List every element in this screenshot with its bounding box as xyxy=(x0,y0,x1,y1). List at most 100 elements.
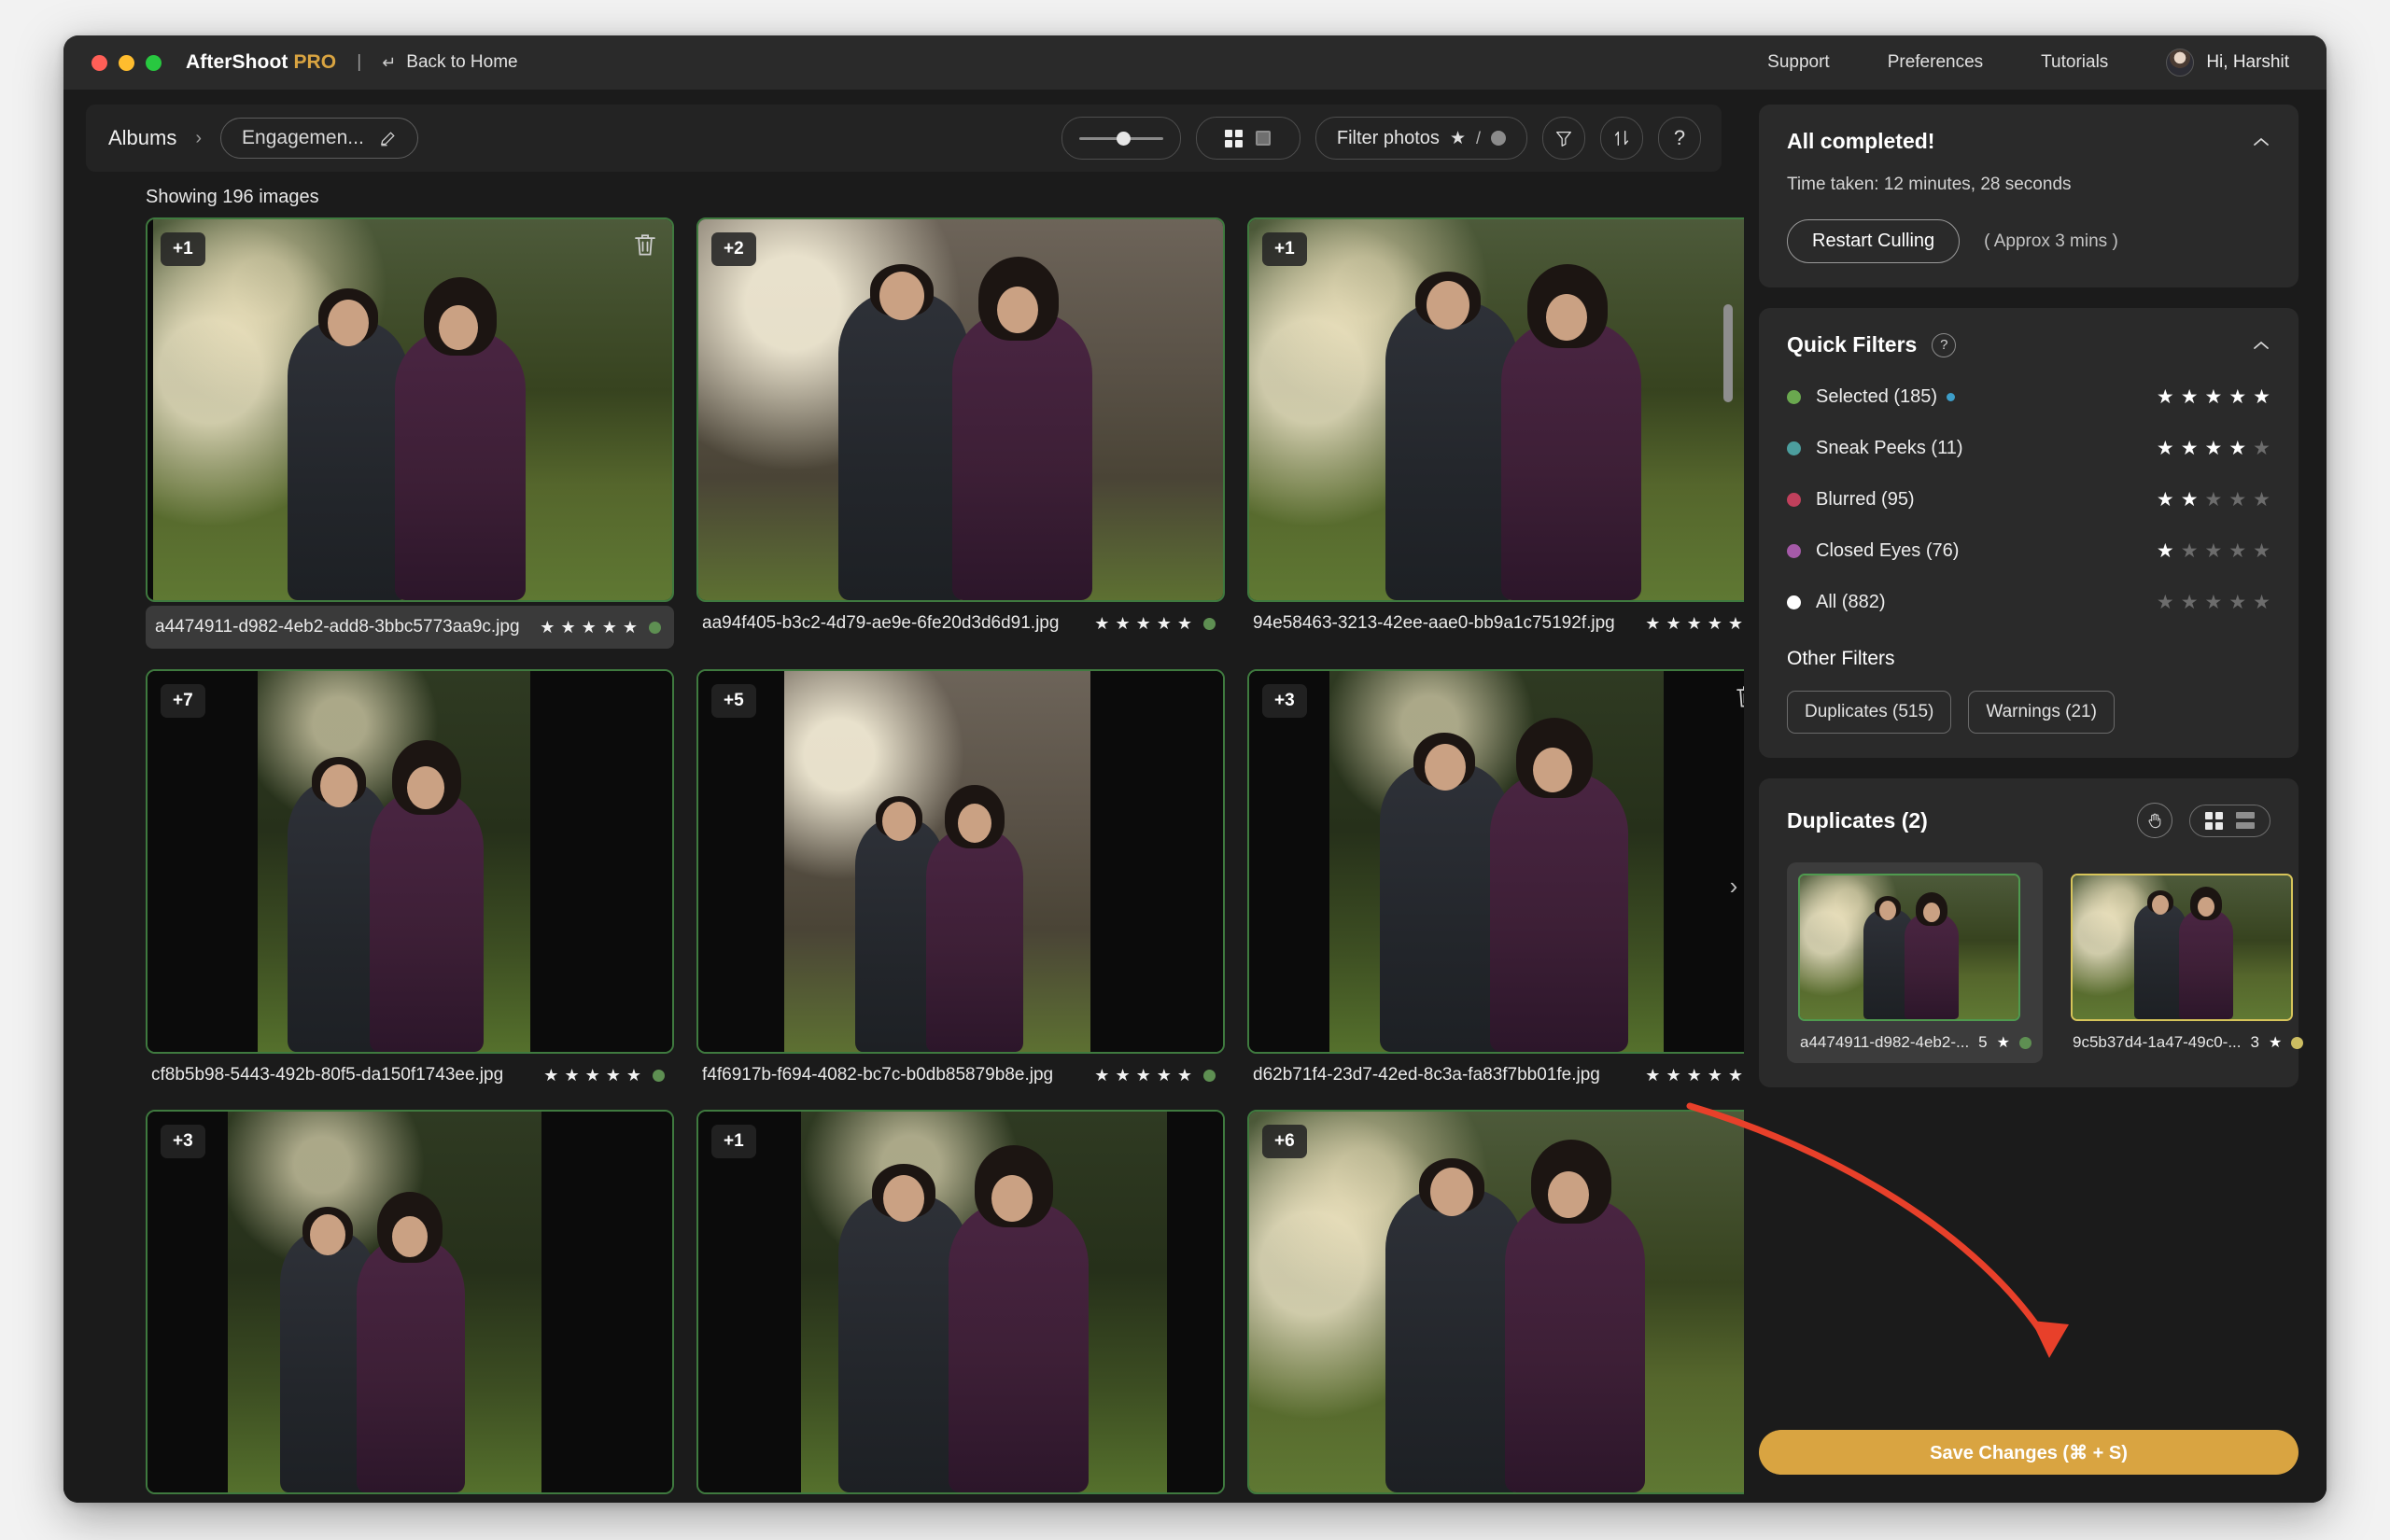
photo-card[interactable]: +6 xyxy=(1247,1110,1744,1494)
duplicate-thumbnail[interactable] xyxy=(1798,874,2020,1021)
photo-image xyxy=(698,219,1223,600)
user-menu[interactable]: Hi, Harshit xyxy=(2166,49,2289,77)
slider-thumb[interactable] xyxy=(1117,131,1132,146)
grid-view-icon[interactable] xyxy=(2205,811,2223,830)
photo-card[interactable]: +3 xyxy=(146,1110,674,1494)
delete-photo-button[interactable] xyxy=(631,231,659,259)
breadcrumb-album-label: Engagemen... xyxy=(242,127,364,148)
sort-icon xyxy=(1614,130,1629,147)
breadcrumb-albums[interactable]: Albums xyxy=(108,126,176,150)
quick-filter-rating[interactable]: ★ ★ ★ ★ ★ xyxy=(2157,591,2270,614)
photo-card[interactable]: +2 aa94f405-b3c2-4d79-ae9e-6fe20d3d6d91.… xyxy=(696,217,1225,649)
filter-photos-button[interactable]: Filter photos ★ / xyxy=(1314,117,1527,160)
duplicate-rating: 3 xyxy=(2250,1033,2259,1051)
restart-culling-button[interactable]: Restart Culling xyxy=(1787,219,1961,263)
quick-filter-label: Closed Eyes (76) xyxy=(1816,540,1960,561)
quick-filter-rating[interactable]: ★ ★ ★ ★ ★ xyxy=(2157,437,2270,460)
app-window: AfterShoot PRO | ↵ Back to Home Support … xyxy=(63,35,2327,1503)
other-filters-row: Duplicates (515) Warnings (21) xyxy=(1787,691,2270,734)
title-bar: AfterShoot PRO | ↵ Back to Home Support … xyxy=(63,35,2327,90)
photo-status-dot xyxy=(1203,1069,1216,1082)
duplicate-item[interactable]: 9c5b37d4-1a47-49c0-... 3 ★ xyxy=(2060,862,2314,1063)
photo-card[interactable]: +7 cf8b5b98-5443-492b-80f5-da150f1743ee.… xyxy=(146,669,674,1089)
photo-status-dot xyxy=(653,1069,665,1082)
photo-card[interactable]: +5 f4f6917b-f694-4082-bc7c-b0db85879b8e.… xyxy=(696,669,1225,1089)
collapse-sidebar-button[interactable]: › xyxy=(1720,872,1744,901)
quick-filter-rating[interactable]: ★ ★ ★ ★ ★ xyxy=(2157,385,2270,409)
quick-filter-closed-eyes[interactable]: Closed Eyes (76) ★ ★ ★ ★ ★ xyxy=(1787,539,2270,563)
view-mode-toggle[interactable] xyxy=(1195,117,1300,160)
photo-rating[interactable]: ★ ★ ★ ★ ★ xyxy=(540,618,661,637)
photo-rating[interactable]: ★ ★ ★ ★ ★ xyxy=(1094,1066,1216,1085)
duplicates-view-toggle[interactable] xyxy=(2189,804,2270,837)
photo-card[interactable]: +1 xyxy=(696,1110,1225,1494)
photo-thumbnail[interactable]: +3 xyxy=(146,1110,674,1494)
photo-thumbnail[interactable]: +6 xyxy=(1247,1110,1744,1494)
nav-preferences[interactable]: Preferences xyxy=(1888,52,1983,73)
save-changes-button[interactable]: Save Changes (⌘ + S) xyxy=(1759,1430,2299,1475)
photo-thumbnail[interactable]: +7 xyxy=(146,669,674,1054)
funnel-filter-button[interactable] xyxy=(1542,117,1585,160)
return-arrow-icon: ↵ xyxy=(382,52,397,72)
single-view-icon[interactable] xyxy=(1256,131,1272,146)
minimize-window-button[interactable] xyxy=(119,54,134,71)
photo-group-badge: +3 xyxy=(161,1125,205,1158)
quick-filter-blurred[interactable]: Blurred (95) ★ ★ ★ ★ ★ xyxy=(1787,488,2270,511)
photo-caption: a4474911-d982-4eb2-add8-3bbc5773aa9c.jpg… xyxy=(146,606,674,649)
photo-rating[interactable]: ★ ★ ★ ★ ★ xyxy=(543,1066,665,1085)
photo-filename: a4474911-d982-4eb2-add8-3bbc5773aa9c.jpg xyxy=(155,617,520,637)
duplicate-image xyxy=(1800,875,2018,1019)
quick-filters-help-icon[interactable]: ? xyxy=(1932,332,1957,357)
quick-filters-title: Quick Filters xyxy=(1787,332,1918,357)
photo-thumbnail[interactable]: +3 xyxy=(1247,669,1744,1054)
right-sidebar: All completed! Time taken: 12 minutes, 2… xyxy=(1744,90,2327,1503)
duplicates-title: Duplicates (2) xyxy=(1787,807,1928,833)
photo-thumbnail[interactable]: +2 xyxy=(696,217,1225,602)
gallery-toolbar-controls: Filter photos ★ / ? xyxy=(1061,117,1701,160)
quick-filter-sneak-peeks[interactable]: Sneak Peeks (11) ★ ★ ★ ★ ★ xyxy=(1787,437,2270,460)
photo-thumbnail[interactable]: +5 xyxy=(696,669,1225,1054)
photo-card[interactable]: +3 d62b71f4-23d7-42ed-8c3a-fa83f7bb01fe.… xyxy=(1247,669,1744,1089)
maximize-window-button[interactable] xyxy=(146,54,162,71)
photo-grid: +1 a4474911-d982-4eb2-add8-3bbc5773aa9c.… xyxy=(146,217,1744,1494)
titlebar-divider: | xyxy=(357,52,362,72)
photo-caption: aa94f405-b3c2-4d79-ae9e-6fe20d3d6d91.jpg… xyxy=(696,602,1225,637)
chevron-up-icon[interactable] xyxy=(2252,339,2270,352)
photo-thumbnail[interactable]: +1 xyxy=(696,1110,1225,1494)
filter-chip-warnings[interactable]: Warnings (21) xyxy=(1968,691,2115,734)
status-bullet-icon xyxy=(1787,493,1801,507)
delete-photo-button[interactable] xyxy=(1733,682,1744,710)
photo-image xyxy=(698,1112,1223,1492)
nav-tutorials[interactable]: Tutorials xyxy=(2041,52,2108,73)
status-actions: Restart Culling ( Approx 3 mins ) xyxy=(1787,219,2270,263)
quick-filter-selected[interactable]: Selected (185) ★ ★ ★ ★ ★ xyxy=(1787,385,2270,409)
gallery-scrollbar-thumb[interactable] xyxy=(1723,304,1733,402)
grid-view-icon[interactable] xyxy=(1225,129,1244,147)
photo-image xyxy=(1249,1112,1744,1492)
hand-tool-button[interactable] xyxy=(2137,803,2172,838)
close-window-button[interactable] xyxy=(91,54,107,71)
photo-thumbnail[interactable]: +1 xyxy=(1247,217,1744,602)
photo-caption: f4f6917b-f694-4082-bc7c-b0db85879b8e.jpg… xyxy=(696,1054,1225,1089)
chevron-up-icon[interactable] xyxy=(2252,135,2270,148)
pencil-icon[interactable] xyxy=(379,130,397,147)
thumbnail-size-slider[interactable] xyxy=(1061,117,1181,160)
filter-chip-duplicates[interactable]: Duplicates (515) xyxy=(1787,691,1952,734)
breadcrumb-album-chip[interactable]: Engagemen... xyxy=(220,118,418,159)
photo-status-dot xyxy=(649,621,661,634)
quick-filter-rating[interactable]: ★ ★ ★ ★ ★ xyxy=(2157,488,2270,511)
duplicate-thumbnail[interactable] xyxy=(2070,874,2293,1021)
photo-card[interactable]: +1 94e58463-3213-42ee-aae0-bb9a1c75192f.… xyxy=(1247,217,1744,649)
quick-filter-rating[interactable]: ★ ★ ★ ★ ★ xyxy=(2157,539,2270,563)
help-button[interactable]: ? xyxy=(1658,117,1701,160)
duplicate-item[interactable]: a4474911-d982-4eb2-... 5 ★ xyxy=(1787,862,2043,1063)
quick-filter-all[interactable]: All (882) ★ ★ ★ ★ ★ xyxy=(1787,591,2270,614)
nav-support[interactable]: Support xyxy=(1767,52,1830,73)
back-to-home-button[interactable]: ↵ Back to Home xyxy=(382,52,517,73)
duplicate-filename: a4474911-d982-4eb2-... xyxy=(1800,1033,1970,1051)
photo-card[interactable]: +1 a4474911-d982-4eb2-add8-3bbc5773aa9c.… xyxy=(146,217,674,649)
photo-thumbnail[interactable]: +1 xyxy=(146,217,674,602)
photo-rating[interactable]: ★ ★ ★ ★ ★ xyxy=(1094,614,1216,634)
rows-view-icon[interactable] xyxy=(2236,812,2255,829)
sort-button[interactable] xyxy=(1600,117,1643,160)
